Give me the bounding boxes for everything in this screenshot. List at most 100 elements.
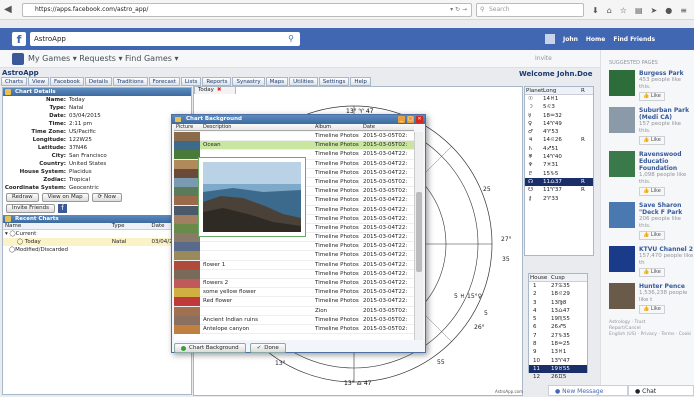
home-icon[interactable]: ⌂ [607,6,612,15]
page-title[interactable]: Ravenswood Educatio Foundation [639,151,694,172]
planet-row[interactable]: ☽ 5♌3 [525,103,593,111]
star-icon[interactable]: ☆ [620,6,627,15]
invite-link[interactable]: Invite [535,55,552,62]
back-icon[interactable]: ◀ [4,4,16,16]
facebook-search-input[interactable]: AstroApp ⚲ [30,32,300,46]
like-button[interactable]: 👍 Like [639,268,665,277]
scrollbar-thumb[interactable] [416,192,422,272]
planet-row[interactable]: ☿ 18♒32 [525,112,593,120]
page-title[interactable]: KTVU Channel 2 [639,246,694,253]
minimize-icon[interactable]: _ [398,116,405,123]
photo-row[interactable]: Timeline Photos 2015-03-04T22: [174,251,414,261]
like-button[interactable]: 👍 Like [639,187,665,196]
find-friends-link[interactable]: Find Friends [613,36,655,43]
menu-item-facebook[interactable]: Facebook [50,77,84,86]
tree-toggle-icon[interactable]: ▾ ◯ [3,230,16,238]
menu-item-charts[interactable]: Charts [1,77,27,86]
house-row[interactable]: 12 26♊5 [529,373,587,381]
photo-row[interactable]: Timeline Photos 2015-03-04T22: [174,269,414,279]
photo-row[interactable]: Ancient Indian ruins Timeline Photos 2015-… [174,315,414,325]
chat-button[interactable]: ● Chat [628,385,694,396]
planet-row[interactable]: ♂ 4♈53 [525,128,593,136]
planet-row[interactable]: ♀ 14♈49 [525,120,593,128]
search-icon[interactable]: ⚲ [288,32,294,46]
chart-background-button[interactable]: Chart Background [174,343,246,353]
address-bar[interactable]: https://apps.facebook.com/astro_app/ ▾ ↻… [22,3,472,17]
suggested-page[interactable]: Suburban Park (Medi CA) 157 people like t… [609,107,694,145]
house-row[interactable]: 4 13♎47 [529,307,587,315]
menu-item-traditions[interactable]: Traditions [112,77,148,86]
suggested-page[interactable]: Hunter Pence 1,536,238 people like t 👍 Lik… [609,283,694,314]
photo-row[interactable]: Timeline Photos 2015-03-04T22: [174,242,414,252]
suggested-page[interactable]: Save Sharon "Deck F Park 206 people like … [609,202,694,240]
menu-item-details[interactable]: Details [84,77,112,86]
suggested-page[interactable]: Ravenswood Educatio Foundation 1,098 peop… [609,151,694,196]
page-thumbnail[interactable] [609,70,635,96]
facebook-logo-icon[interactable]: f [12,32,26,46]
menu-item-synastry[interactable]: Synastry [232,77,265,86]
tab-today[interactable]: Today ✖ [194,86,236,94]
dialog-title-bar[interactable]: Chart Background _ □ ✕ [172,115,425,124]
view-on-map-button[interactable]: View on Map [41,193,89,202]
house-row[interactable]: 5 19♏55 [529,315,587,323]
home-link[interactable]: Home [586,36,605,43]
planet-row[interactable]: ♆ 7♓31 [525,161,593,169]
close-icon[interactable]: ✕ [416,116,423,123]
house-row[interactable]: 2 18♌29 [529,290,587,298]
planet-row[interactable]: ♅ 14♈40 [525,153,593,161]
download-icon[interactable]: ⬇ [592,6,599,15]
facebook-small-icon[interactable]: f [57,204,67,213]
planet-row[interactable]: ☋ 11♈37 R [525,186,593,194]
menu-item-view[interactable]: View [27,77,50,86]
page-title[interactable]: Suburban Park (Medi CA) [639,107,694,121]
page-title[interactable]: Save Sharon "Deck F Park [639,202,694,216]
planet-row[interactable]: ♃ 14♌26 R [525,136,593,144]
photo-row[interactable]: Red flower Timeline Photos 2015-03-04T22: [174,297,414,307]
games-nav[interactable]: My Games ▾ Requests ▾ Find Games ▾ [28,54,179,63]
planet-row[interactable]: ♄ 4♐51 [525,145,593,153]
page-thumbnail[interactable] [609,107,635,133]
tree-node-modified[interactable]: ◯ Modified/Discarded [3,246,191,254]
page-thumbnail[interactable] [609,202,635,228]
planet-row[interactable]: ☉ 14♓1 [525,95,593,103]
like-button[interactable]: 👍 Like [639,305,665,314]
suggested-page[interactable]: KTVU Channel 2 157,470 people like th 👍 Li… [609,246,694,277]
done-button[interactable]: ✔ Done [249,343,286,353]
house-row[interactable]: 1 27♋35 [529,282,587,290]
like-button[interactable]: 👍 Like [639,231,665,240]
menu-item-lists[interactable]: Lists [180,77,202,86]
menu-item-maps[interactable]: Maps [265,77,289,86]
maximize-icon[interactable]: □ [407,116,414,123]
menu-item-forecast[interactable]: Forecast [148,77,180,86]
menu-item-utilities[interactable]: Utilities [289,77,318,86]
photo-row[interactable]: flower 1 Timeline Photos 2015-03-04T22: [174,260,414,270]
menu-item-settings[interactable]: Settings [318,77,350,86]
bookmark-icon[interactable]: ▤ [635,6,643,15]
page-thumbnail[interactable] [609,151,635,177]
menu-icon[interactable]: ≡ [680,6,687,15]
skype-icon[interactable]: ● [665,6,672,15]
like-button[interactable]: 👍 Like [639,92,665,101]
dialog-scrollbar[interactable] [414,132,423,340]
planet-row[interactable]: ☊ 11♎37 R [525,177,593,187]
planet-row[interactable]: ♇ 15♑5 [525,170,593,178]
planet-row[interactable]: ⚷ 2♈33 [525,195,593,203]
suggested-page[interactable]: Burgess Park 453 people like this. 👍 Like [609,70,694,101]
photo-row[interactable]: flowers 2 Timeline Photos 2015-03-04T22: [174,279,414,289]
page-title[interactable]: Hunter Pence [639,283,694,290]
new-message-button[interactable]: ● New Message [548,385,628,396]
photo-row[interactable]: some yellow flower Timeline Photos 2015-03… [174,288,414,298]
tree-node-current[interactable]: ▾ ◯ Current [3,230,191,238]
invite-friends-button[interactable]: Invite Friends [6,204,55,213]
col-type[interactable]: Type [112,223,152,229]
house-row[interactable]: 11 19♉55 [529,364,587,374]
recent-chart-row[interactable]: ◯ Today Natal 03/04/2015 [3,238,191,246]
page-thumbnail[interactable] [609,283,635,309]
page-thumbnail[interactable] [609,246,635,272]
photo-row[interactable]: Antelope canyon Timeline Photos 2015-03-05… [174,324,414,335]
house-row[interactable]: 6 26♐5 [529,323,587,331]
redraw-button[interactable]: Redraw [6,193,39,202]
avatar[interactable] [545,34,555,44]
house-row[interactable]: 3 13♍8 [529,299,587,307]
house-row[interactable]: 7 27♑35 [529,332,587,340]
